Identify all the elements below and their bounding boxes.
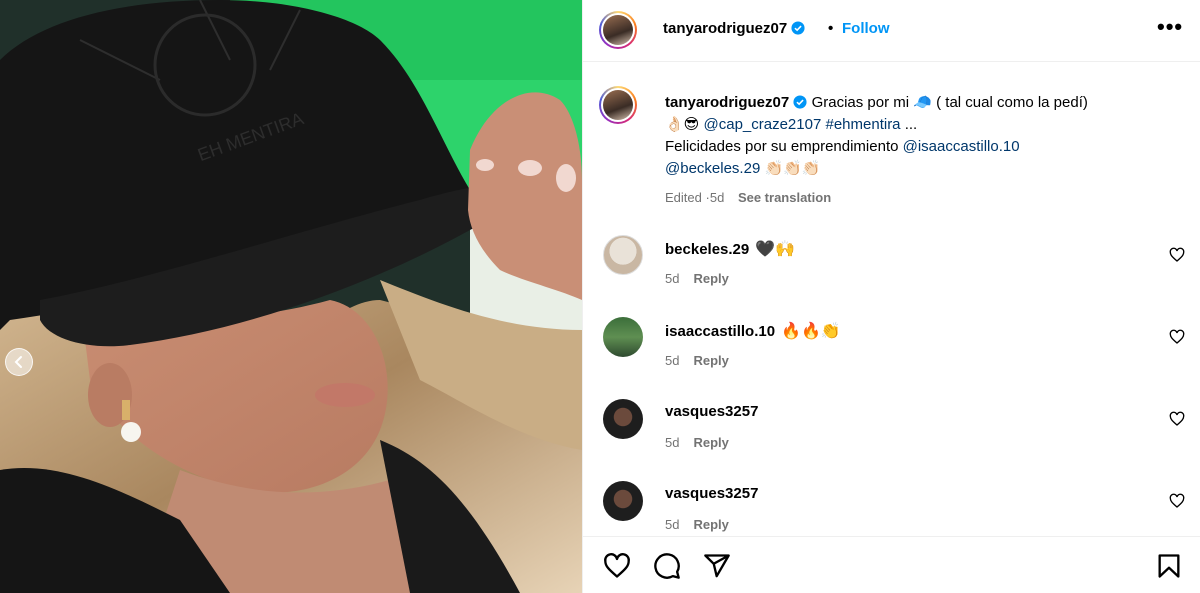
comment-username[interactable]: beckeles.29 xyxy=(665,241,749,258)
carousel-previous-button[interactable] xyxy=(5,348,33,376)
cap-emoji: 🧢 xyxy=(913,94,932,111)
post-header: tanyarodriguez07 • Follow ••• xyxy=(583,0,1200,62)
comment-username[interactable]: vasques3257 xyxy=(665,485,758,502)
mention-beckeles[interactable]: @beckeles.29 xyxy=(665,160,760,177)
follow-button[interactable]: Follow xyxy=(842,20,890,37)
post-image[interactable]: EH MENTIRA xyxy=(0,0,582,593)
share-send-icon[interactable] xyxy=(703,552,731,580)
comment-text: 🔥🔥👏 xyxy=(781,323,841,340)
chevron-left-icon xyxy=(14,356,22,368)
author-username[interactable]: tanyarodriguez07 xyxy=(663,20,787,37)
post-photo: EH MENTIRA xyxy=(0,0,582,593)
comment-avatar[interactable] xyxy=(603,235,643,275)
comment-age: 5d xyxy=(665,271,680,286)
like-heart-icon[interactable] xyxy=(603,552,631,580)
caption-line1-rest: ( tal cual como la pedí) xyxy=(936,94,1088,111)
reply-button[interactable]: Reply xyxy=(693,517,728,532)
post-action-bar xyxy=(583,536,1200,593)
comment-age: 5d xyxy=(665,435,680,450)
comment-avatar[interactable] xyxy=(603,317,643,357)
caption-more[interactable]: ... xyxy=(905,116,918,133)
post-side-panel: tanyarodriguez07 • Follow ••• tanyarodri… xyxy=(582,0,1200,593)
caption-meta: Edited ·5d See translation xyxy=(665,190,831,205)
save-bookmark-icon[interactable] xyxy=(1155,552,1183,580)
like-comment-heart-icon[interactable] xyxy=(1169,411,1185,427)
author-name-row: tanyarodriguez07 xyxy=(663,20,805,37)
comment-item: vasques3257 5d Reply xyxy=(583,399,1200,469)
author-avatar[interactable] xyxy=(599,11,637,49)
mention-isaac[interactable]: @isaaccastillo.10 xyxy=(903,138,1020,155)
comment-age: 5d xyxy=(665,517,680,532)
comment-avatar[interactable] xyxy=(603,399,643,439)
separator-dot: • xyxy=(828,20,834,37)
mention-cap-craze[interactable]: @cap_craze2107 xyxy=(704,116,822,133)
reply-button[interactable]: Reply xyxy=(693,353,728,368)
comment-age: 5d xyxy=(665,353,680,368)
edited-label: Edited xyxy=(665,190,702,205)
caption-text: tanyarodriguez07 Gracias por mi 🧢 ( tal … xyxy=(665,92,1165,180)
comment-username[interactable]: isaaccastillo.10 xyxy=(665,323,775,340)
see-translation-button[interactable]: See translation xyxy=(738,190,831,205)
caption-age: 5d xyxy=(709,190,725,205)
verified-badge-icon xyxy=(793,95,807,109)
caption-emojis-b: 👏🏻👏🏻👏🏻 xyxy=(764,160,821,177)
comment-text: 🖤🙌 xyxy=(755,241,796,258)
verified-badge-icon xyxy=(791,21,805,35)
comment-item: isaaccastillo.10 🔥🔥👏 5d Reply xyxy=(583,317,1200,387)
comment-username[interactable]: vasques3257 xyxy=(665,403,758,420)
comment-item: beckeles.29 🖤🙌 5d Reply xyxy=(583,235,1200,305)
more-options-icon[interactable]: ••• xyxy=(1157,16,1183,38)
caption-line1: Gracias por mi xyxy=(811,94,910,111)
reply-button[interactable]: Reply xyxy=(693,271,728,286)
like-comment-heart-icon[interactable] xyxy=(1169,329,1185,345)
reply-button[interactable]: Reply xyxy=(693,435,728,450)
caption-username[interactable]: tanyarodriguez07 xyxy=(665,94,789,111)
like-comment-heart-icon[interactable] xyxy=(1169,247,1185,263)
caption-author-avatar[interactable] xyxy=(599,86,637,124)
caption-emojis-a: 👌🏻😎 xyxy=(665,116,700,133)
caption-line3: Felicidades por su emprendimiento xyxy=(665,138,899,155)
like-comment-heart-icon[interactable] xyxy=(1169,493,1185,509)
comment-avatar[interactable] xyxy=(603,481,643,521)
hashtag-ehmentira[interactable]: #ehmentira xyxy=(825,116,900,133)
comment-bubble-icon[interactable] xyxy=(653,552,681,580)
